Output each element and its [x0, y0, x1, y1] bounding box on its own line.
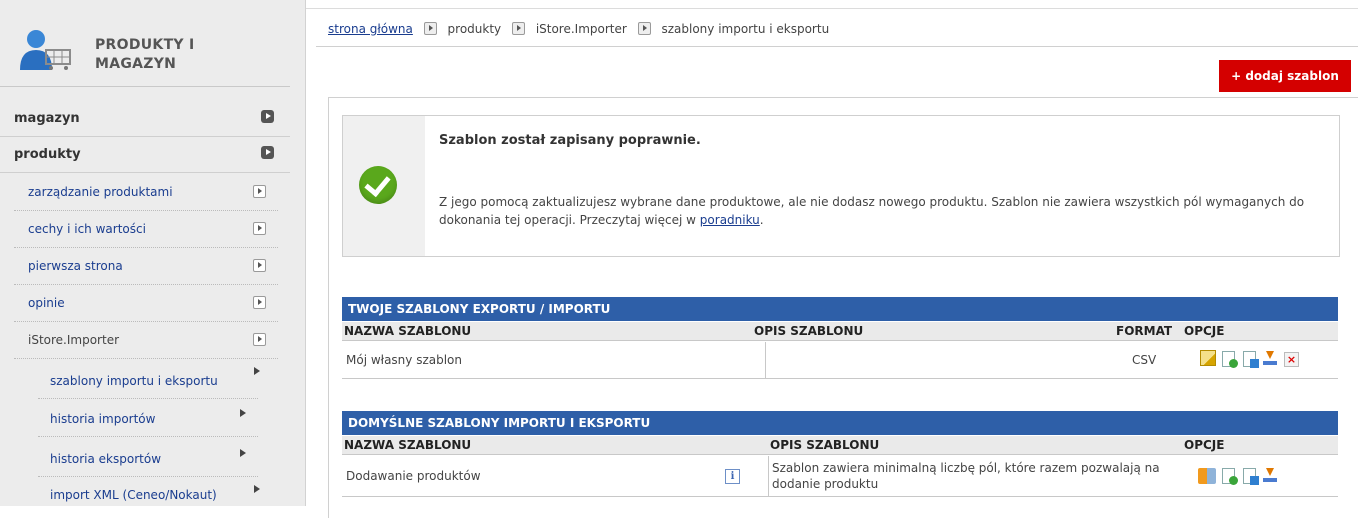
use-template-icon[interactable]: [1222, 351, 1238, 368]
triangle-right-icon: [240, 409, 246, 417]
sidebar-item-label[interactable]: zarządzanie produktami: [28, 185, 173, 199]
breadcrumb-arrow-icon: [423, 22, 437, 35]
arrow-right-icon[interactable]: [253, 333, 266, 346]
arrow-right-icon[interactable]: [253, 259, 266, 272]
sidebar: PRODUKTY I MAGAZYN magazyn produkty zarz…: [0, 0, 306, 506]
sidebar-subitem-label[interactable]: historia eksportów: [50, 452, 161, 466]
user-templates-header: TWOJE SZABLONY EXPORTU / IMPORTU: [342, 297, 1338, 321]
user-templates-columns: NAZWA SZABLONU OPIS SZABLONU FORMAT OPCJ…: [342, 322, 1338, 341]
edit-icon[interactable]: [1200, 350, 1216, 366]
template-name: Dodawanie produktów: [346, 469, 481, 483]
message-body: Z jego pomocą zaktualizujesz wybrane dan…: [439, 195, 1305, 227]
triangle-right-icon: [254, 367, 260, 375]
info-icon[interactable]: i: [725, 469, 740, 484]
sidebar-subitem-label[interactable]: szablony importu i eksportu: [50, 374, 218, 388]
sidebar-item-istore-importer[interactable]: iStore.Importer: [14, 322, 278, 359]
sidebar-item-opinie[interactable]: opinie: [14, 285, 278, 322]
template-format: CSV: [1132, 353, 1157, 367]
col-template-name: NAZWA SZABLONU: [344, 438, 472, 452]
success-message: Szablon został zapisany poprawnie. Z jeg…: [342, 115, 1340, 257]
col-options: OPCJE: [1184, 438, 1225, 452]
use-template-icon[interactable]: [1222, 468, 1238, 485]
arrow-right-icon[interactable]: [253, 296, 266, 309]
template-desc: Szablon zawiera minimalną liczbę pól, kt…: [772, 461, 1160, 491]
default-templates-columns: NAZWA SZABLONU OPIS SZABLONU OPCJE: [342, 436, 1338, 455]
sidebar-item-label[interactable]: pierwsza strona: [28, 259, 123, 273]
guide-link[interactable]: poradniku: [700, 213, 760, 227]
delete-icon[interactable]: ×: [1284, 352, 1299, 367]
col-template-desc: OPIS SZABLONU: [754, 324, 864, 338]
message-text: Z jego pomocą zaktualizujesz wybrane dan…: [439, 193, 1329, 229]
sidebar-subitem-szablony[interactable]: szablony importu i eksportu: [38, 362, 260, 399]
download-icon[interactable]: [1263, 468, 1277, 482]
sidebar-item-label[interactable]: iStore.Importer: [28, 333, 119, 347]
breadcrumb: strona główna produkty iStore.Importer s…: [328, 22, 829, 36]
sidebar-subitem-historia-eksportow[interactable]: historia eksportów: [38, 440, 258, 477]
sidebar-title-line2: MAGAZYN: [95, 56, 177, 72]
message-title: Szablon został zapisany poprawnie.: [439, 133, 701, 148]
col-template-name: NAZWA SZABLONU: [344, 324, 472, 338]
checkmark-icon: [359, 166, 397, 204]
save-template-icon[interactable]: [1243, 351, 1259, 368]
sidebar-item-zarzadzanie-produktami[interactable]: zarządzanie produktami: [14, 174, 278, 211]
sidebar-section-label: magazyn: [14, 111, 80, 126]
col-format: FORMAT: [1116, 324, 1173, 338]
download-icon[interactable]: [1263, 351, 1277, 365]
message-end: .: [759, 213, 764, 227]
sidebar-subitem-label[interactable]: historia importów: [50, 412, 155, 426]
add-template-button[interactable]: + dodaj szablon: [1219, 60, 1351, 92]
sidebar-header: PRODUKTY I MAGAZYN: [0, 18, 290, 87]
column-divider: [768, 456, 769, 496]
message-icon-column: [343, 116, 425, 256]
breadcrumb-home-link[interactable]: strona główna: [328, 22, 413, 36]
sidebar-item-label[interactable]: opinie: [28, 296, 65, 310]
arrow-right-icon[interactable]: [253, 222, 266, 235]
triangle-right-icon: [254, 485, 260, 493]
sidebar-section-produkty[interactable]: produkty: [0, 136, 290, 173]
import-icon[interactable]: [1198, 468, 1216, 484]
sidebar-item-pierwsza-strona[interactable]: pierwsza strona: [14, 248, 278, 285]
sidebar-item-label[interactable]: cechy i ich wartości: [28, 222, 146, 236]
users-cart-icon: [20, 30, 71, 70]
breadcrumb-istore-importer: iStore.Importer: [535, 22, 627, 36]
column-divider: [765, 342, 766, 378]
sidebar-subitem-import-xml[interactable]: import XML (Ceneo/Nokaut): [38, 476, 260, 512]
breadcrumb-current: szablony importu i eksportu: [661, 22, 830, 36]
table-row: Dodawanie produktów i Szablon zawiera mi…: [342, 456, 1338, 497]
sidebar-section-label: produkty: [14, 147, 81, 162]
breadcrumb-arrow-icon: [511, 22, 525, 35]
sidebar-item-cechy[interactable]: cechy i ich wartości: [14, 211, 278, 248]
template-name: Mój własny szablon: [346, 353, 462, 367]
sidebar-section-magazyn[interactable]: magazyn: [0, 100, 290, 137]
expand-arrow-icon[interactable]: [261, 146, 274, 159]
col-template-desc: OPIS SZABLONU: [770, 438, 880, 452]
template-desc: [768, 342, 1108, 378]
table-row: Mój własny szablon CSV ×: [342, 342, 1338, 379]
breadcrumb-arrow-icon: [637, 22, 651, 35]
sidebar-title-line1: PRODUKTY I: [95, 37, 195, 53]
sidebar-subitem-historia-importow[interactable]: historia importów: [38, 400, 258, 437]
default-templates-header: DOMYŚLNE SZABLONY IMPORTU I EKSPORTU: [342, 411, 1338, 435]
sidebar-subitem-label[interactable]: import XML (Ceneo/Nokaut): [50, 488, 217, 502]
header-divider: [316, 46, 1358, 47]
triangle-right-icon: [240, 449, 246, 457]
sidebar-title: PRODUKTY I MAGAZYN: [95, 36, 255, 74]
breadcrumb-produkty: produkty: [447, 22, 502, 36]
expand-arrow-icon[interactable]: [261, 110, 274, 123]
save-template-icon[interactable]: [1243, 468, 1259, 485]
col-options: OPCJE: [1184, 324, 1225, 338]
arrow-right-icon[interactable]: [253, 185, 266, 198]
